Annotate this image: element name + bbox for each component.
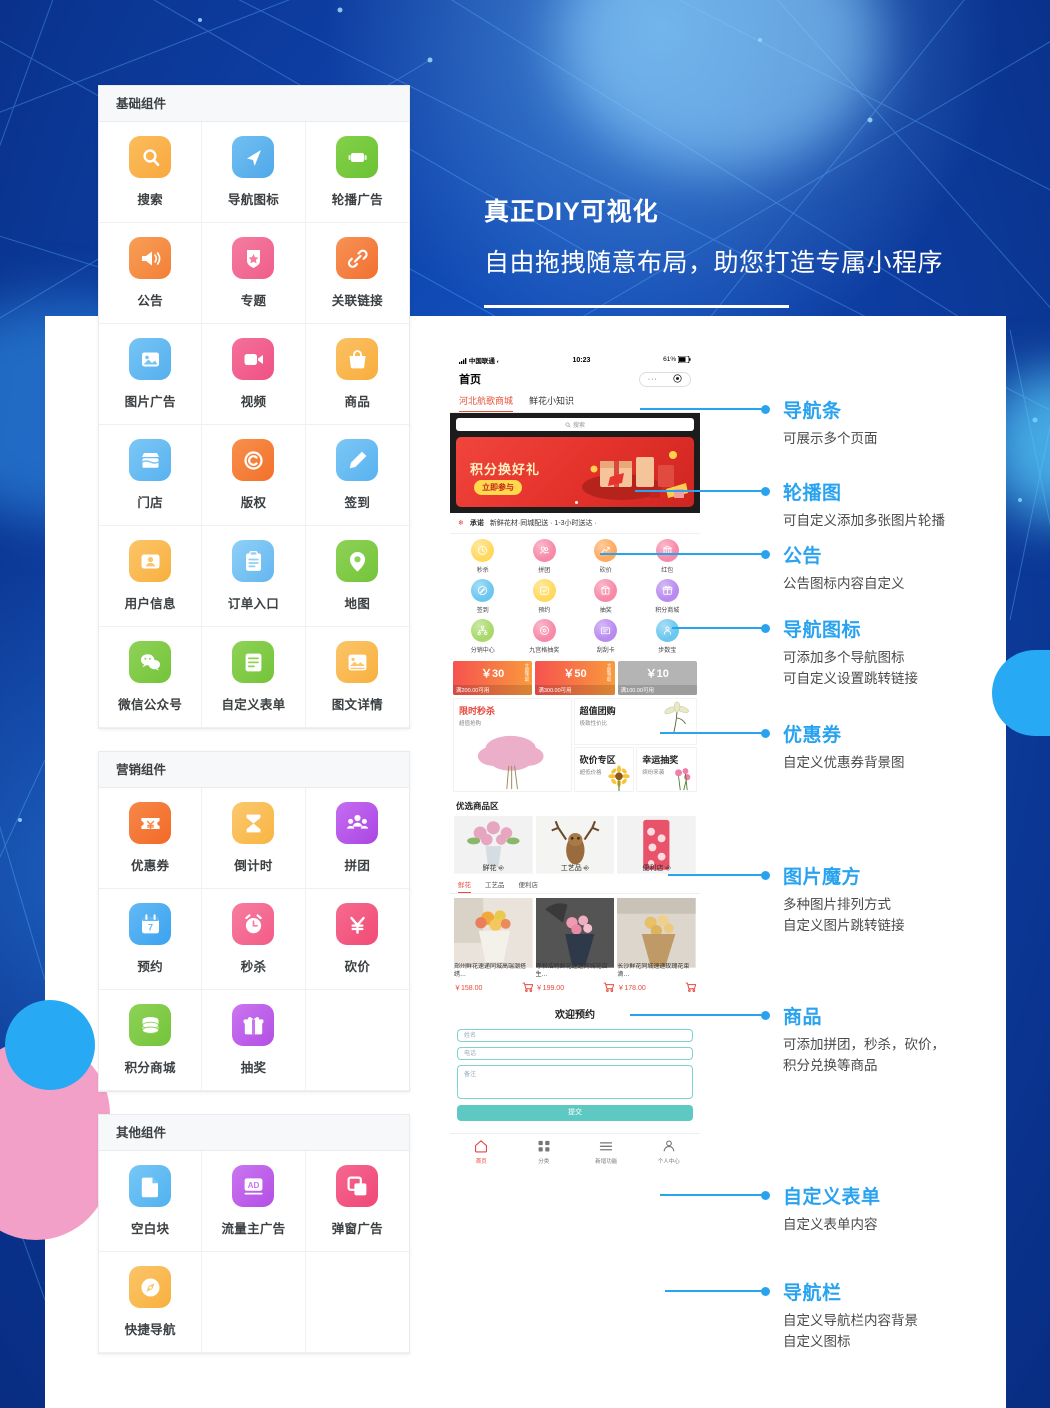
- annotation-title: 导航图标: [783, 620, 862, 641]
- annotation-desc: 可展示多个页面: [783, 431, 878, 446]
- annotation-title: 轮播图: [783, 483, 842, 504]
- annotation-bullet: [761, 549, 770, 559]
- annotation-leader-line: [660, 1194, 763, 1196]
- annotation: 优惠券自定义优惠券背景图: [783, 720, 905, 774]
- annotation-bullet: [761, 486, 770, 496]
- annotation-bullet: [761, 870, 770, 880]
- annotation-title: 商品: [783, 1007, 823, 1028]
- annotation: 自定义表单自定义表单内容: [783, 1182, 881, 1236]
- annotation-desc: 公告图标内容自定义: [783, 576, 905, 591]
- annotation-desc: 可添加多个导航图标 可自定义设置跳转链接: [783, 650, 918, 686]
- annotation: 导航栏自定义导航栏内容背景 自定义图标: [783, 1278, 918, 1353]
- annotation-desc: 自定义优惠券背景图: [783, 755, 905, 770]
- annotation-bullet: [761, 1286, 770, 1296]
- annotation: 轮播图可自定义添加多张图片轮播: [783, 478, 945, 532]
- annotation-leader-line: [635, 490, 763, 492]
- annotation-leader-line: [668, 874, 763, 876]
- annotation-title: 图片魔方: [783, 867, 862, 888]
- annotation-bullet: [761, 728, 770, 738]
- annotation: 商品可添加拼团，秒杀，砍价， 积分兑换等商品: [783, 1002, 945, 1077]
- annotation-title: 公告: [783, 546, 823, 567]
- annotation-layer: 导航条可展示多个页面轮播图可自定义添加多张图片轮播公告公告图标内容自定义导航图标…: [0, 0, 1050, 1408]
- annotation-bullet: [761, 1190, 770, 1200]
- annotation-title: 导航栏: [783, 1283, 842, 1304]
- annotation-leader-line: [660, 732, 763, 734]
- annotation: 图片魔方多种图片排列方式 自定义图片跳转链接: [783, 862, 905, 937]
- annotation-leader-line: [672, 627, 763, 629]
- annotation-desc: 自定义表单内容: [783, 1217, 878, 1232]
- annotation-bullet: [761, 1010, 770, 1020]
- annotation-title: 导航条: [783, 401, 842, 422]
- annotation-title: 优惠券: [783, 725, 842, 746]
- annotation-desc: 自定义导航栏内容背景 自定义图标: [783, 1313, 918, 1349]
- annotation-leader-line: [630, 1014, 763, 1016]
- annotation: 导航图标可添加多个导航图标 可自定义设置跳转链接: [783, 615, 918, 690]
- annotation-bullet: [761, 623, 770, 633]
- annotation-bullet: [761, 404, 770, 414]
- annotation: 导航条可展示多个页面: [783, 396, 878, 450]
- annotation: 公告公告图标内容自定义: [783, 541, 905, 595]
- annotation-desc: 多种图片排列方式 自定义图片跳转链接: [783, 897, 905, 933]
- annotation-desc: 可添加拼团，秒杀，砍价， 积分兑换等商品: [783, 1037, 945, 1073]
- annotation-leader-line: [665, 1290, 763, 1292]
- annotation-leader-line: [600, 553, 763, 555]
- annotation-desc: 可自定义添加多张图片轮播: [783, 513, 945, 528]
- annotation-title: 自定义表单: [783, 1187, 881, 1208]
- annotation-leader-line: [640, 408, 763, 410]
